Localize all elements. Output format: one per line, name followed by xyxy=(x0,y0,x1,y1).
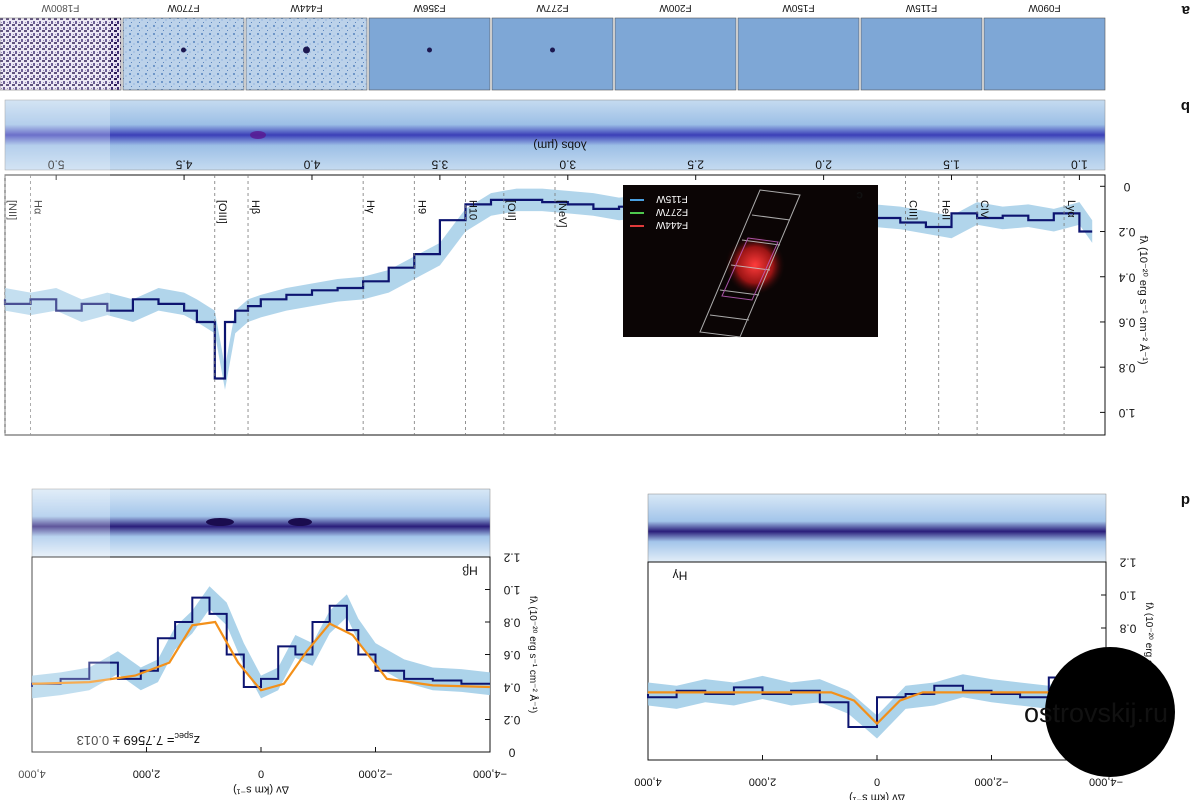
line-marker-label: HeII xyxy=(940,200,952,220)
zoom-y-tick-label: 1.0 xyxy=(503,583,520,597)
line-marker-label: Lyα xyxy=(1065,200,1077,218)
zoom-x-tick-label: 2,000 xyxy=(133,767,161,779)
zoom-x-tick-label: −2,000 xyxy=(975,775,1009,787)
x-tick-label: 2.0 xyxy=(815,158,832,172)
cutout-label-F277W: F277W xyxy=(536,2,569,13)
zoom-y-tick-label: 1.2 xyxy=(1119,556,1136,570)
line-marker-label: CIII] xyxy=(906,200,918,220)
x-axis-label: λobs (µm) xyxy=(533,139,587,153)
zoom-x-tick-label: 0 xyxy=(874,775,880,787)
fade-overlay xyxy=(0,0,110,800)
y-tick-label: 0.8 xyxy=(1118,361,1135,375)
panel-d-label: d xyxy=(1181,492,1190,509)
zoom-x-tick-label: 2,000 xyxy=(749,775,777,787)
line-marker-label: H10 xyxy=(466,200,478,220)
line-marker-label: CIV xyxy=(978,200,990,219)
x-tick-label: 1.5 xyxy=(943,158,960,172)
zoom-y-tick-label: 1.2 xyxy=(503,551,520,565)
spectrum-2d-emission xyxy=(250,131,266,139)
cutout-F770W xyxy=(122,17,245,91)
cutout-source-F277W xyxy=(550,47,555,53)
figure: a F090W F115W F150W F200W F277W F356W F444W F77… xyxy=(0,0,1190,800)
cutout-F356W xyxy=(368,17,491,91)
spectrum-1d-axes: 1.01.52.02.53.03.54.04.55.000.20.40.60.8… xyxy=(3,139,1150,436)
y-tick-label: 0 xyxy=(1123,180,1130,194)
zoom-y-tick-label: 0.2 xyxy=(503,713,520,727)
zoom-x-tick-label: 4,000 xyxy=(634,775,662,787)
x-tick-label: 1.0 xyxy=(1071,158,1088,172)
cutout-F444W xyxy=(245,17,368,91)
zoom-line-label: Hγ xyxy=(673,569,688,583)
cutout-source-F444W xyxy=(303,46,310,54)
panel-c-inset: F115W F277W F444W c xyxy=(623,185,878,338)
panel-b: b 1.01.52.02.53.03.54.04.55.000.20.40.60… xyxy=(3,98,1190,436)
cutout-F115W xyxy=(860,17,983,91)
x-tick-label: 4.5 xyxy=(175,158,192,172)
watermark: ostrovskij.ru xyxy=(1024,647,1175,777)
legend-label: F115W xyxy=(656,193,688,204)
cutout-label-F200W: F200W xyxy=(659,2,692,13)
line-marker-label: Hγ xyxy=(364,200,376,214)
spectrum-2d xyxy=(4,99,1106,171)
spectrum-1d-line xyxy=(3,198,1093,380)
y-tick-label: 1.0 xyxy=(1118,406,1135,420)
hbeta-2d-knot xyxy=(206,518,234,526)
line-marker-label: Hβ xyxy=(249,200,261,214)
line-marker-label: [OIII] xyxy=(216,200,228,224)
cutout-label-F150W: F150W xyxy=(782,2,815,13)
panel-b-label: b xyxy=(1181,98,1190,115)
panel-d: d −4,000 −2,000 0 2,000 4,000 0 0.2 0.4 0.6 0.8 1.… xyxy=(18,488,1190,800)
zoom-x-tick-label: 0 xyxy=(258,767,264,779)
zoom-y-tick-label: 0.8 xyxy=(1119,622,1136,636)
cutout-label-F090W: F090W xyxy=(1028,2,1061,13)
y-tick-label: 0.2 xyxy=(1118,225,1135,239)
zoom-y-tick-label: 0 xyxy=(508,746,515,760)
watermark-text: ostrovskij.ru xyxy=(1024,698,1168,728)
cutout-F200W xyxy=(614,17,737,91)
spectrum-2d-hgamma xyxy=(647,493,1107,563)
spectrum-error-band xyxy=(5,188,1093,390)
cutout-label-F356W: F356W xyxy=(413,2,446,13)
x-tick-label: 4.0 xyxy=(303,158,320,172)
zoom-y-axis-label: fλ (10⁻²⁰ erg s⁻¹ cm⁻² Å⁻¹) xyxy=(527,596,540,713)
legend-label: F444W xyxy=(655,219,688,230)
cutout-source-F770W xyxy=(181,47,186,53)
zoom-y-tick-label: 0.4 xyxy=(503,681,520,695)
panel-a-label: a xyxy=(1181,2,1190,19)
zoom-x-tick-label: −2,000 xyxy=(359,767,393,779)
legend-label: F277W xyxy=(655,206,688,217)
y-tick-label: 0.4 xyxy=(1118,270,1135,284)
zoom-y-tick-label: 0.8 xyxy=(503,616,520,630)
zoom-y-tick-label: 1.0 xyxy=(1119,589,1136,603)
zoom-x-axis-label: Δv (km s⁻¹) xyxy=(849,791,905,800)
line-marker-label: [OII] xyxy=(505,200,517,221)
panel-a: a F090W F115W F150W F200W F277W F356W F444W F77… xyxy=(0,2,1190,91)
x-tick-label: 3.5 xyxy=(431,158,448,172)
cutout-source-F356W xyxy=(427,47,432,53)
hbeta-2d-knot-2 xyxy=(288,518,312,526)
cutout-label-F770W: F770W xyxy=(167,2,200,13)
cutout-F277W xyxy=(491,17,614,91)
line-marker-label: [NeV] xyxy=(556,200,568,228)
zoom-x-axis-label: Δv (km s⁻¹) xyxy=(233,783,289,795)
x-tick-label: 3.0 xyxy=(559,158,576,172)
cutout-label-F115W: F115W xyxy=(905,2,937,13)
y-tick-label: 0.6 xyxy=(1118,316,1135,330)
cutout-F090W xyxy=(983,17,1106,91)
zoom-x-tick-label: −4,000 xyxy=(473,767,507,779)
y-axis-label: fλ (10⁻²⁰ erg s⁻¹ cm⁻² Å⁻¹) xyxy=(1137,235,1150,364)
x-tick-label: 2.5 xyxy=(687,158,704,172)
cutout-label-F444W: F444W xyxy=(290,2,323,13)
cutout-F150W xyxy=(737,17,860,91)
line-marker-label: H9 xyxy=(415,200,427,214)
panel-c-label: c xyxy=(856,189,863,203)
zoom-line-label: Hβ xyxy=(462,564,478,578)
zoom-y-tick-label: 0.6 xyxy=(503,648,520,662)
zoom-x-tick-label: −4,000 xyxy=(1089,775,1123,787)
